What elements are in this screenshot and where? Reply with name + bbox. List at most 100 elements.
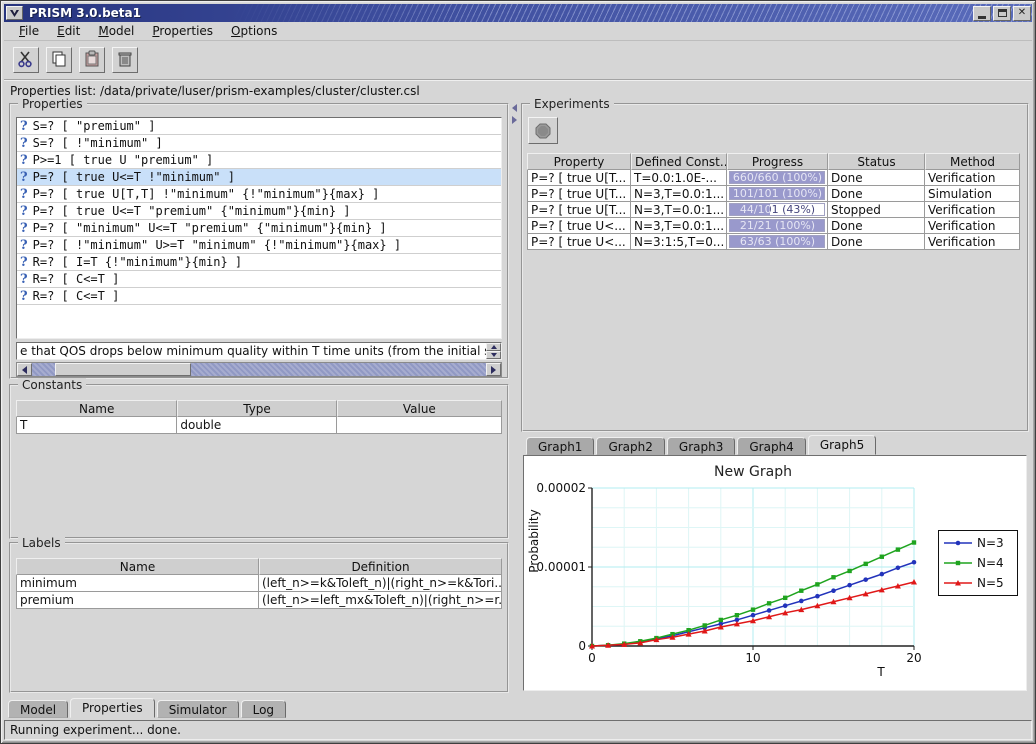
right-arrow-icon — [491, 366, 496, 374]
question-icon: ? — [20, 119, 28, 134]
path-bar: Properties list: /data/private/luser/pri… — [4, 82, 1032, 100]
maximize-button[interactable] — [993, 6, 1011, 21]
spinner-up-button[interactable] — [486, 343, 501, 351]
experiment-row[interactable]: P=? [ true U<...N=3:1:5,T=0...63/63 (100… — [527, 234, 1023, 250]
comment-spinner — [486, 343, 501, 359]
toolbar — [4, 43, 1032, 77]
split-pane-divider[interactable] — [509, 101, 521, 695]
table-cell: P=? [ true U[T... — [527, 202, 631, 218]
minimize-button[interactable] — [973, 6, 991, 21]
table-cell: Simulation — [925, 186, 1020, 202]
tab-graph2[interactable]: Graph2 — [596, 437, 664, 455]
svg-text:New Graph: New Graph — [714, 464, 792, 480]
stop-experiment-button[interactable] — [528, 117, 558, 144]
constants-column-header[interactable]: Value — [337, 400, 502, 417]
up-arrow-icon — [491, 345, 497, 349]
table-row[interactable]: minimum(left_n>=k&Toleft_n)|(right_n>=k&… — [16, 575, 502, 592]
menu-item-properties[interactable]: Properties — [143, 23, 222, 39]
property-row[interactable]: ?P=? [ !"minimum" U>=T "minimum" {!"mini… — [17, 237, 501, 254]
table-cell: P=? [ true U[T... — [527, 170, 631, 186]
menu-item-options[interactable]: Options — [222, 23, 286, 39]
property-row[interactable]: ?S=? [ !"minimum" ] — [17, 135, 501, 152]
property-row[interactable]: ?R=? [ C<=T ] — [17, 271, 501, 288]
scrollbar-track[interactable] — [32, 363, 486, 376]
svg-text:T: T — [876, 665, 885, 679]
labels-column-header[interactable]: Name — [16, 558, 259, 575]
tab-log[interactable]: Log — [241, 700, 286, 718]
menu-item-edit[interactable]: Edit — [48, 23, 89, 39]
question-icon: ? — [20, 187, 28, 202]
property-row[interactable]: ?S=? [ "premium" ] — [17, 118, 501, 135]
progress-fill: 101/101 (100%) — [730, 188, 824, 199]
cut-icon — [17, 50, 35, 71]
progress-fill: 44/101 (43%) — [730, 204, 770, 215]
property-text: P>=1 [ true U "premium" ] — [33, 153, 214, 167]
labels-group-title: Labels — [18, 536, 65, 550]
experiments-column-header[interactable]: Property — [527, 153, 631, 170]
table-cell: (left_n>=left_mx&Toleft_n)|(right_n>=r..… — [259, 592, 502, 609]
experiments-column-header[interactable]: Method — [925, 153, 1020, 170]
progress-bar: 101/101 (100%)101/101 (100%) — [729, 187, 825, 200]
table-row[interactable]: premium(left_n>=left_mx&Toleft_n)|(right… — [16, 592, 502, 609]
tab-graph4[interactable]: Graph4 — [737, 437, 805, 455]
constants-column-header[interactable]: Type — [177, 400, 336, 417]
experiment-row[interactable]: P=? [ true U[T...T=0.0:1.0E-...660/660 (… — [527, 170, 1023, 186]
property-text: P=? [ true U<=T "premium" {"minimum"}{mi… — [33, 204, 351, 218]
tab-simulator[interactable]: Simulator — [157, 700, 239, 718]
table-cell: T — [16, 417, 177, 434]
tab-model[interactable]: Model — [8, 700, 68, 718]
scrollbar-thumb[interactable] — [55, 363, 191, 376]
paste-button[interactable] — [79, 47, 105, 73]
window-title: PRISM 3.0.beta1 — [29, 6, 141, 20]
property-row[interactable]: ?P=? [ "minimum" U<=T "premium" {"minimu… — [17, 220, 501, 237]
svg-text:0.00002: 0.00002 — [536, 481, 586, 495]
menu-item-file[interactable]: File — [10, 23, 48, 39]
experiment-row[interactable]: P=? [ true U<...N=3,T=0.0:1...21/21 (100… — [527, 218, 1023, 234]
tab-graph3[interactable]: Graph3 — [667, 437, 735, 455]
table-row[interactable]: Tdouble — [16, 417, 502, 434]
labels-column-header[interactable]: Definition — [259, 558, 502, 575]
property-row[interactable]: ?R=? [ C<=T ] — [17, 288, 501, 305]
tab-graph5[interactable]: Graph5 — [808, 435, 876, 455]
property-comment-field[interactable]: e that QOS drops below minimum quality w… — [16, 342, 502, 360]
window-menu-icon — [9, 9, 20, 18]
experiments-column-header[interactable]: Status — [828, 153, 925, 170]
collapse-left-button[interactable] — [510, 103, 519, 112]
question-icon: ? — [20, 289, 28, 304]
experiment-row[interactable]: P=? [ true U[T...N=3,T=0.0:1...44/101 (4… — [527, 202, 1023, 218]
close-button[interactable]: ✕ — [1013, 6, 1031, 21]
property-row[interactable]: ?P=? [ true U[T,T] !"minimum" {!"minimum… — [17, 186, 501, 203]
left-arrow-icon — [22, 366, 27, 374]
property-row[interactable]: ?P=? [ true U<=T !"minimum" ] — [17, 169, 501, 186]
experiments-column-header[interactable]: Progress — [727, 153, 828, 170]
experiments-column-header[interactable]: Defined Const... — [631, 153, 727, 170]
menu-item-model[interactable]: Model — [89, 23, 143, 39]
window-menu-button[interactable] — [6, 6, 23, 20]
table-cell: P=? [ true U<... — [527, 218, 631, 234]
constants-column-header[interactable]: Name — [16, 400, 177, 417]
tab-graph1[interactable]: Graph1 — [526, 437, 594, 455]
spinner-down-button[interactable] — [486, 351, 501, 359]
table-cell — [337, 417, 502, 434]
constants-group-title: Constants — [18, 378, 86, 392]
properties-list: ?S=? [ "premium" ]?S=? [ !"minimum" ]?P>… — [16, 117, 502, 339]
property-row[interactable]: ?P=? [ true U<=T "premium" {"minimum"}{m… — [17, 203, 501, 220]
status-bar: Running experiment... done. — [4, 720, 1032, 740]
cut-button[interactable] — [13, 47, 39, 73]
scroll-right-button[interactable] — [486, 363, 501, 376]
table-cell: Done — [828, 218, 925, 234]
progress-bar: 21/21 (100%)21/21 (100%) — [729, 219, 825, 232]
tab-properties[interactable]: Properties — [70, 698, 155, 718]
table-cell: N=3,T=0.0:1... — [631, 218, 727, 234]
property-row[interactable]: ?R=? [ I=T {!"minimum"}{min} ] — [17, 254, 501, 271]
experiment-row[interactable]: P=? [ true U[T...N=3,T=0.0:1...101/101 (… — [527, 186, 1023, 202]
table-cell: Verification — [925, 234, 1020, 250]
main-tab-strip: ModelPropertiesSimulatorLog — [8, 698, 288, 718]
delete-button[interactable] — [112, 47, 138, 73]
graph-tab-strip: Graph1Graph2Graph3Graph4Graph5 — [521, 435, 1029, 455]
copy-button[interactable] — [46, 47, 72, 73]
collapse-right-button[interactable] — [510, 115, 519, 124]
property-row[interactable]: ?P>=1 [ true U "premium" ] — [17, 152, 501, 169]
legend-entry: N=4 — [943, 556, 1013, 570]
scroll-left-button[interactable] — [17, 363, 32, 376]
